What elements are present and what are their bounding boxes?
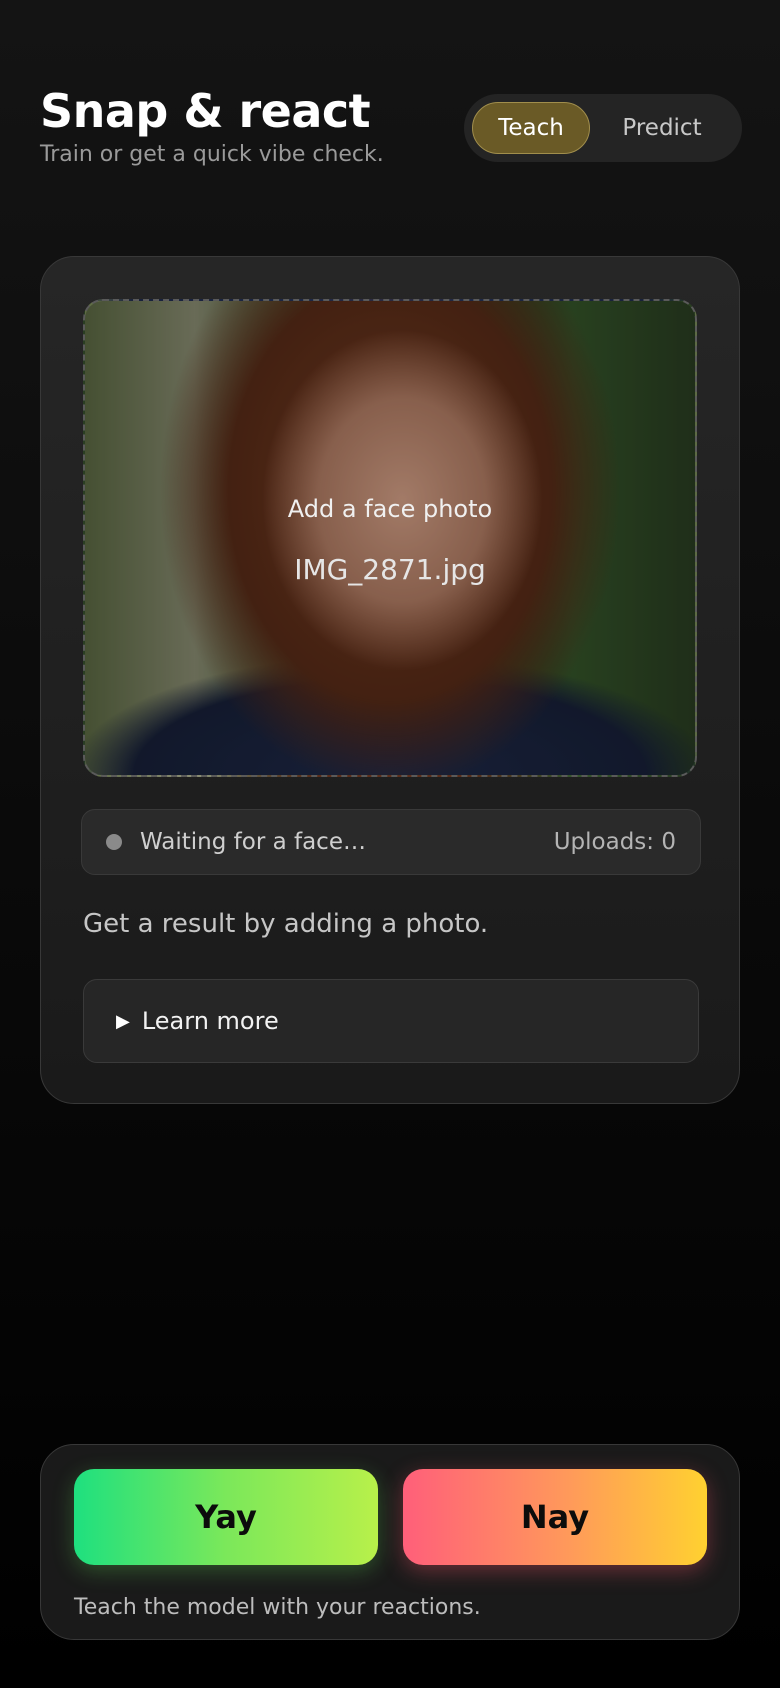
reaction-hint: Teach the model with your reactions.	[74, 1595, 481, 1620]
header: Snap & react Train or get a quick vibe c…	[40, 84, 384, 167]
status-dot-icon	[106, 834, 122, 850]
result-text: Get a result by adding a photo.	[83, 909, 489, 939]
tab-teach[interactable]: Teach	[472, 102, 590, 154]
tab-predict[interactable]: Predict	[590, 102, 734, 154]
nay-button[interactable]: Nay	[403, 1469, 707, 1565]
uploads-count: Uploads: 0	[553, 829, 676, 855]
page-subtitle: Train or get a quick vibe check.	[40, 142, 384, 167]
photo-dropzone[interactable]: Add a face photo IMG_2871.jpg	[83, 299, 697, 777]
photo-dropzone-label: Add a face photo	[287, 495, 493, 523]
reaction-panel: Yay Nay Teach the model with your reacti…	[40, 1444, 740, 1640]
photo-filename: IMG_2871.jpg	[294, 553, 486, 586]
status-bar: Waiting for a face… Uploads: 0	[81, 809, 701, 875]
learn-more-label: Learn more	[141, 1007, 279, 1035]
mode-toggle: Teach Predict	[464, 94, 742, 162]
photo-preview	[85, 301, 695, 775]
yay-button[interactable]: Yay	[74, 1469, 378, 1565]
main-card: Add a face photo IMG_2871.jpg Waiting fo…	[40, 256, 740, 1104]
status-text: Waiting for a face…	[140, 829, 366, 855]
page-title: Snap & react	[40, 84, 371, 138]
learn-more-toggle[interactable]: ▶ Learn more	[83, 979, 699, 1063]
disclosure-triangle-icon: ▶	[116, 1010, 130, 1032]
